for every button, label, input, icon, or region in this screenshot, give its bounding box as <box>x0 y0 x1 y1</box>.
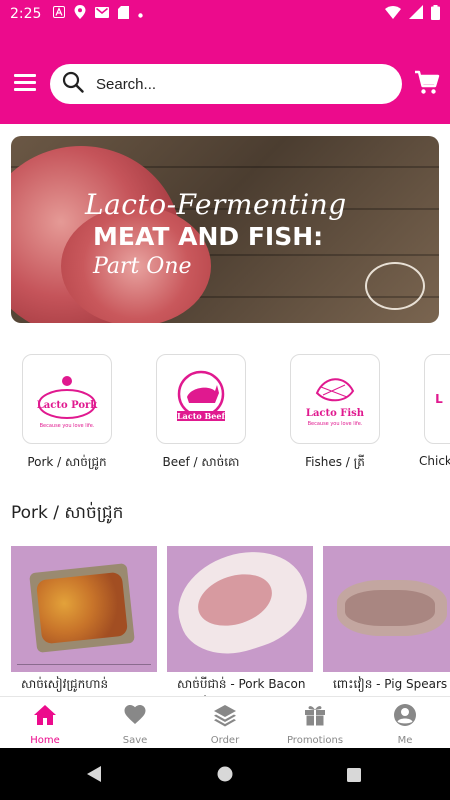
account-icon <box>393 703 417 727</box>
lacto-pork-logo: Lacto Pork Because you love life. <box>37 376 99 429</box>
nav-label: Home <box>30 735 60 746</box>
product-card[interactable]: ពោះវៀន - Pig Spears <box>323 546 450 692</box>
product-image <box>167 546 313 672</box>
category-pork[interactable]: Lacto Pork Because you love life. Pork /… <box>2 352 132 472</box>
product-card[interactable]: សាច់សៀវជ្រូកហាន់ <box>11 546 157 692</box>
nav-label: Order <box>210 735 240 746</box>
bottom-nav: Home Save Order Promotions Me <box>0 696 450 748</box>
product-name: សាច់បីជាន់ - Pork Bacon meat <box>177 677 306 696</box>
nav-order[interactable]: Order <box>180 697 270 748</box>
home-icon <box>33 703 57 727</box>
logo-title: Lacto Beef <box>177 411 225 421</box>
lacto-fish-logo: Lacto Fish Because you love life. <box>306 378 365 427</box>
product-name: សាច់សៀវជ្រូកហាន់ <box>21 677 109 691</box>
category-label: Beef / សាច់គោ <box>162 455 240 469</box>
heart-icon <box>123 703 147 727</box>
status-bar: 2:25 <box>0 0 450 28</box>
category-beef[interactable]: Lacto Beef Beef / សាច់គោ <box>136 352 266 472</box>
menu-icon-bar <box>14 88 36 91</box>
logo-title: Lacto Fish <box>306 408 365 419</box>
banner-title-line2: MEAT AND FISH: <box>93 222 324 251</box>
nav-label: Me <box>397 735 413 746</box>
gmail-icon <box>95 6 110 22</box>
product-image <box>11 546 157 672</box>
nav-home[interactable]: Home <box>0 697 90 748</box>
status-time: 2:25 <box>10 6 42 22</box>
chicken-logo: L <box>435 392 443 406</box>
dot-icon <box>138 6 144 22</box>
marinated-pork-shape <box>35 571 129 645</box>
nav-promotions[interactable]: Promotions <box>270 697 360 748</box>
category-label: Chick <box>419 454 450 468</box>
category-logo-box: Lacto Beef <box>156 354 246 444</box>
back-icon[interactable] <box>86 765 102 787</box>
signal-icon <box>409 5 423 23</box>
category-fishes[interactable]: Lacto Fish Because you love life. Fishes… <box>270 352 400 472</box>
home-circle-icon[interactable] <box>217 766 233 786</box>
lacto-beef-logo: Lacto Beef <box>177 370 225 421</box>
product-card[interactable]: សាច់បីជាន់ - Pork Bacon meat <box>167 546 313 696</box>
wifi-icon <box>385 5 401 23</box>
product-row: សាច់សៀវជ្រូកហាន់ សាច់បីជាន់ - Pork Bacon… <box>0 546 450 696</box>
nav-me[interactable]: Me <box>360 697 450 748</box>
logo-title: Lacto Pork <box>37 400 99 411</box>
system-nav-bar <box>0 748 450 800</box>
search-icon <box>62 71 84 97</box>
search-bar[interactable] <box>50 64 402 104</box>
nav-save[interactable]: Save <box>90 697 180 748</box>
category-logo-box: L <box>424 354 450 444</box>
category-row: Lacto Pork Because you love life. Pork /… <box>0 352 450 472</box>
divider <box>17 664 151 665</box>
menu-button[interactable] <box>14 74 36 92</box>
product-image <box>323 546 450 672</box>
section-title: Pork / សាច់ជ្រូក <box>11 503 124 523</box>
banner-title-line3: Part One <box>93 254 192 279</box>
promo-banner[interactable]: Lacto-Fermenting MEAT AND FISH: Part One <box>11 136 439 323</box>
banner-title-line1: Lacto-Fermenting <box>85 188 347 221</box>
pig-spears-shape <box>345 590 435 626</box>
search-input[interactable] <box>96 75 356 93</box>
sd-card-icon <box>118 5 130 23</box>
menu-icon-bar <box>14 74 36 77</box>
nav-label: Save <box>122 735 148 746</box>
nav-label: Promotions <box>286 735 344 746</box>
logo-tagline: Because you love life. <box>40 423 95 429</box>
menu-icon-bar <box>14 81 36 84</box>
cultures-for-health-logo <box>365 262 425 310</box>
logo-tagline: Because you love life. <box>308 421 363 427</box>
category-label: Pork / សាច់ជ្រូក <box>27 455 107 469</box>
gift-icon <box>303 703 327 727</box>
cart-button[interactable] <box>414 70 440 96</box>
a-notification-icon <box>53 6 66 22</box>
location-icon <box>74 5 86 23</box>
recents-icon[interactable] <box>347 767 361 786</box>
cart-icon <box>414 70 440 100</box>
category-logo-box: Lacto Pork Because you love life. <box>22 354 112 444</box>
category-logo-box: Lacto Fish Because you love life. <box>290 354 380 444</box>
category-chicken[interactable]: L Chick <box>404 352 450 468</box>
product-name: ពោះវៀន - Pig Spears <box>333 677 448 691</box>
category-label: Fishes / ត្រី <box>305 455 365 469</box>
layers-icon <box>213 703 237 727</box>
app-bar <box>0 28 450 124</box>
battery-icon <box>431 4 440 24</box>
